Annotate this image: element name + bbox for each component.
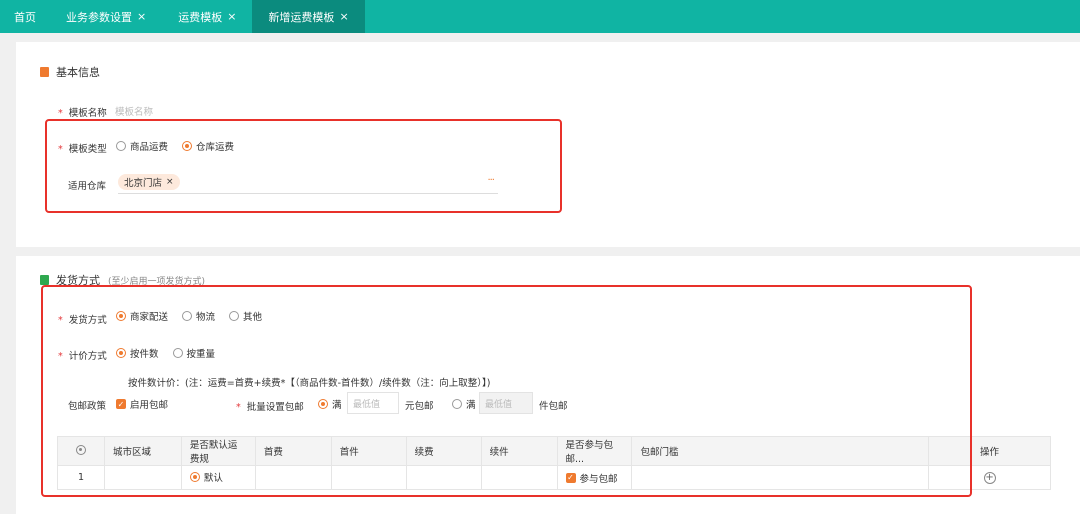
tab-label: 业务参数设置	[66, 10, 132, 24]
tab-label: 运费模板	[178, 10, 223, 24]
highlight-box	[41, 285, 972, 497]
tab-label: 新增运费模板	[268, 10, 335, 24]
document-icon	[40, 67, 49, 77]
tab-bar: 首页 业务参数设置 × 运费模板 × 新增运费模板 ×	[0, 0, 1080, 33]
close-icon[interactable]: ×	[339, 10, 348, 23]
tab-home[interactable]: 首页	[0, 0, 50, 33]
basic-info-title: 基本信息	[40, 64, 100, 80]
add-row-icon[interactable]: +	[983, 471, 996, 484]
tab-business-settings[interactable]: 业务参数设置 ×	[50, 0, 162, 33]
section-title-text: 基本信息	[56, 66, 100, 79]
close-icon[interactable]: ×	[227, 10, 236, 23]
tab-shipping-template[interactable]: 运费模板 ×	[162, 0, 252, 33]
highlight-box	[45, 119, 562, 213]
close-icon[interactable]: ×	[137, 10, 146, 23]
template-name-input[interactable]: 模板名称	[115, 104, 153, 118]
tab-new-shipping-template[interactable]: 新增运费模板 ×	[252, 0, 365, 33]
tab-label: 首页	[14, 10, 36, 24]
truck-icon	[40, 275, 49, 285]
template-name-label: * 模板名称	[58, 108, 107, 119]
